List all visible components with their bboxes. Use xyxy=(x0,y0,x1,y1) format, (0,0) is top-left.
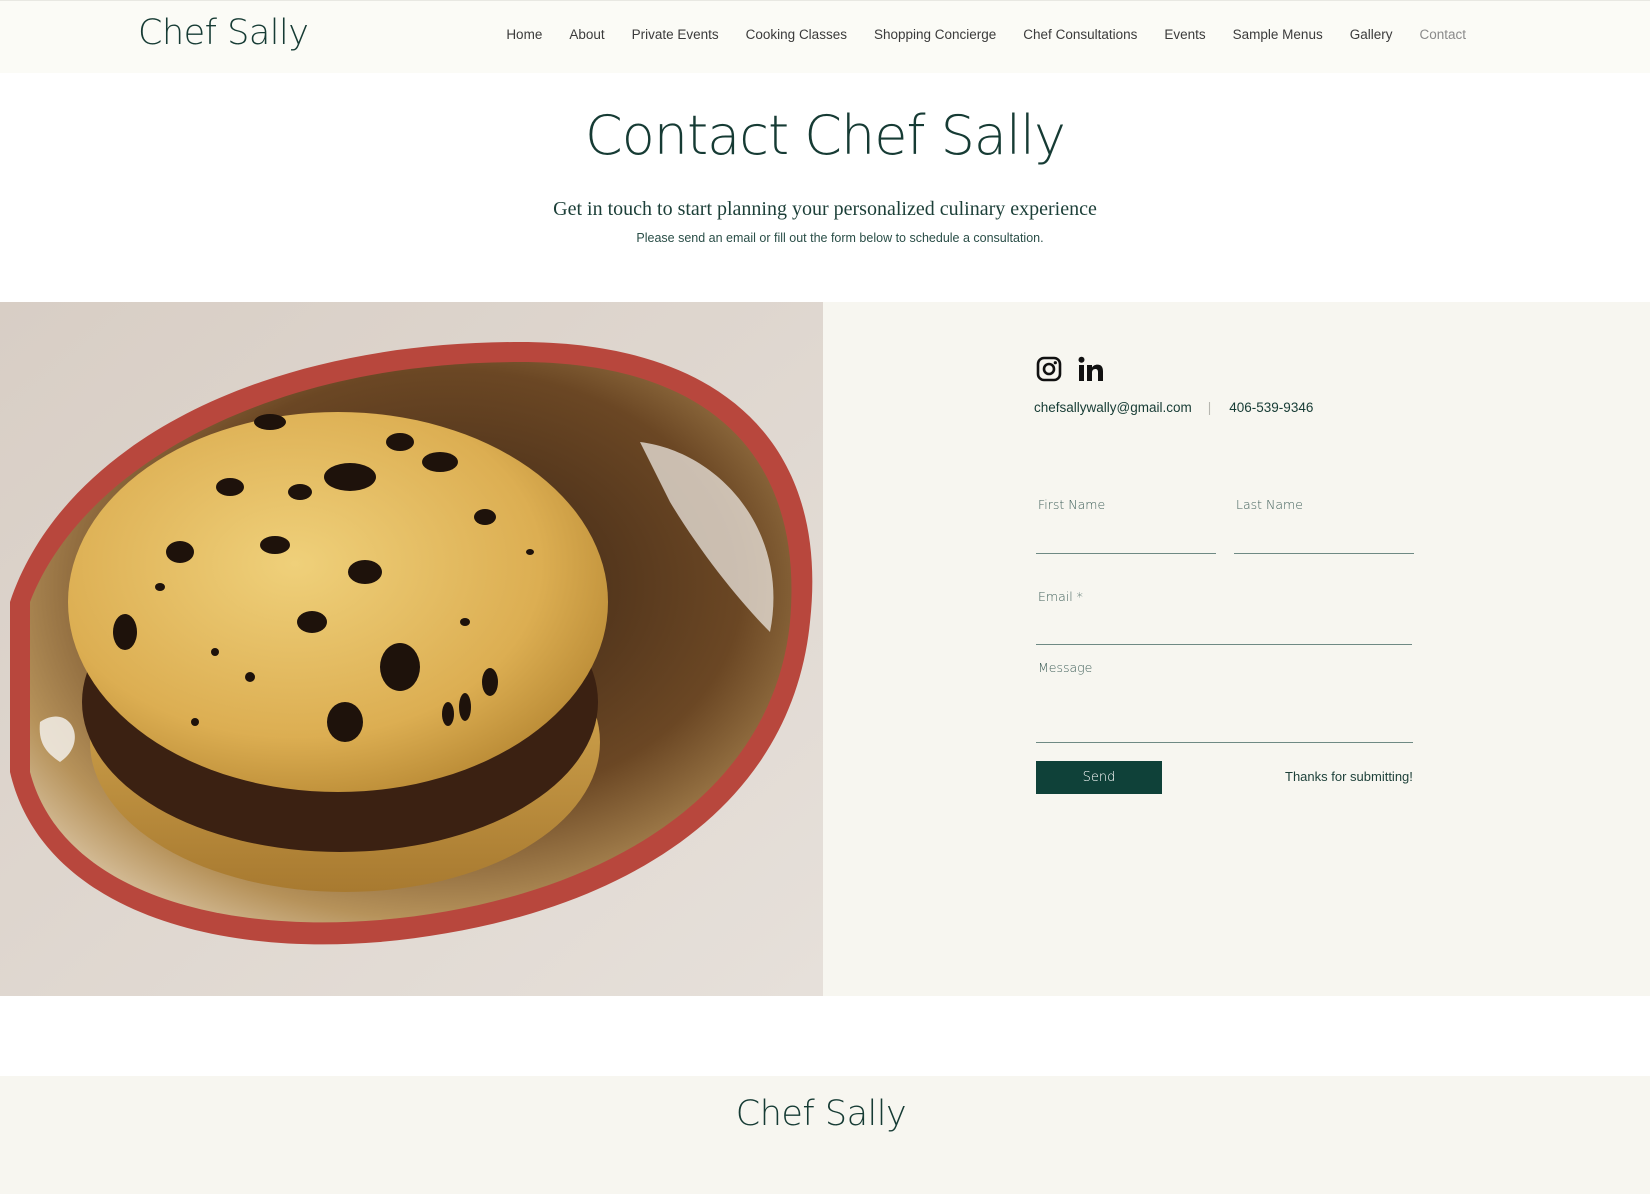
contact-phone[interactable]: 406-539-9346 xyxy=(1229,400,1313,415)
macaron-photo xyxy=(0,302,823,996)
page-title: Contact Chef Sally xyxy=(585,104,1066,167)
nav-events[interactable]: Events xyxy=(1164,27,1205,42)
first-name-label: First Name xyxy=(1038,497,1106,512)
site-header: Chef Sally Home About Private Events Coo… xyxy=(0,0,1650,73)
nav-shopping-concierge[interactable]: Shopping Concierge xyxy=(874,27,996,42)
nav-sample-menus[interactable]: Sample Menus xyxy=(1233,27,1323,42)
last-name-field[interactable] xyxy=(1234,529,1414,554)
nav-gallery[interactable]: Gallery xyxy=(1350,27,1393,42)
message-field[interactable] xyxy=(1036,694,1413,743)
nav-contact[interactable]: Contact xyxy=(1419,27,1466,42)
page-subtitle: Get in touch to start planning your pers… xyxy=(553,198,1097,220)
linkedin-icon[interactable] xyxy=(1077,355,1105,383)
contact-email[interactable]: chefsallywally@gmail.com xyxy=(1034,400,1192,415)
submit-confirmation: Thanks for submitting! xyxy=(1285,769,1413,784)
main-nav: Home About Private Events Cooking Classe… xyxy=(479,27,1466,42)
email-label: Email * xyxy=(1038,589,1083,604)
nav-home[interactable]: Home xyxy=(506,27,542,42)
nav-chef-consultations[interactable]: Chef Consultations xyxy=(1023,27,1137,42)
message-label: Message xyxy=(1038,660,1093,675)
nav-about[interactable]: About xyxy=(569,27,604,42)
nav-private-events[interactable]: Private Events xyxy=(632,27,719,42)
footer-logo[interactable]: Chef Sally xyxy=(0,1094,1642,1134)
send-button[interactable]: Send xyxy=(1036,761,1162,794)
first-name-field[interactable] xyxy=(1036,529,1216,554)
site-footer: Chef Sally xyxy=(0,1076,1650,1194)
social-links xyxy=(1035,355,1105,383)
nav-cooking-classes[interactable]: Cooking Classes xyxy=(746,27,847,42)
last-name-label: Last Name xyxy=(1236,497,1303,512)
page-note: Please send an email or fill out the for… xyxy=(636,231,1044,245)
contact-details: chefsallywally@gmail.com | 406-539-9346 xyxy=(1034,400,1313,415)
email-field[interactable] xyxy=(1036,620,1412,645)
contact-separator: | xyxy=(1207,400,1212,415)
site-logo[interactable]: Chef Sally xyxy=(138,13,309,53)
instagram-icon[interactable] xyxy=(1035,355,1063,383)
